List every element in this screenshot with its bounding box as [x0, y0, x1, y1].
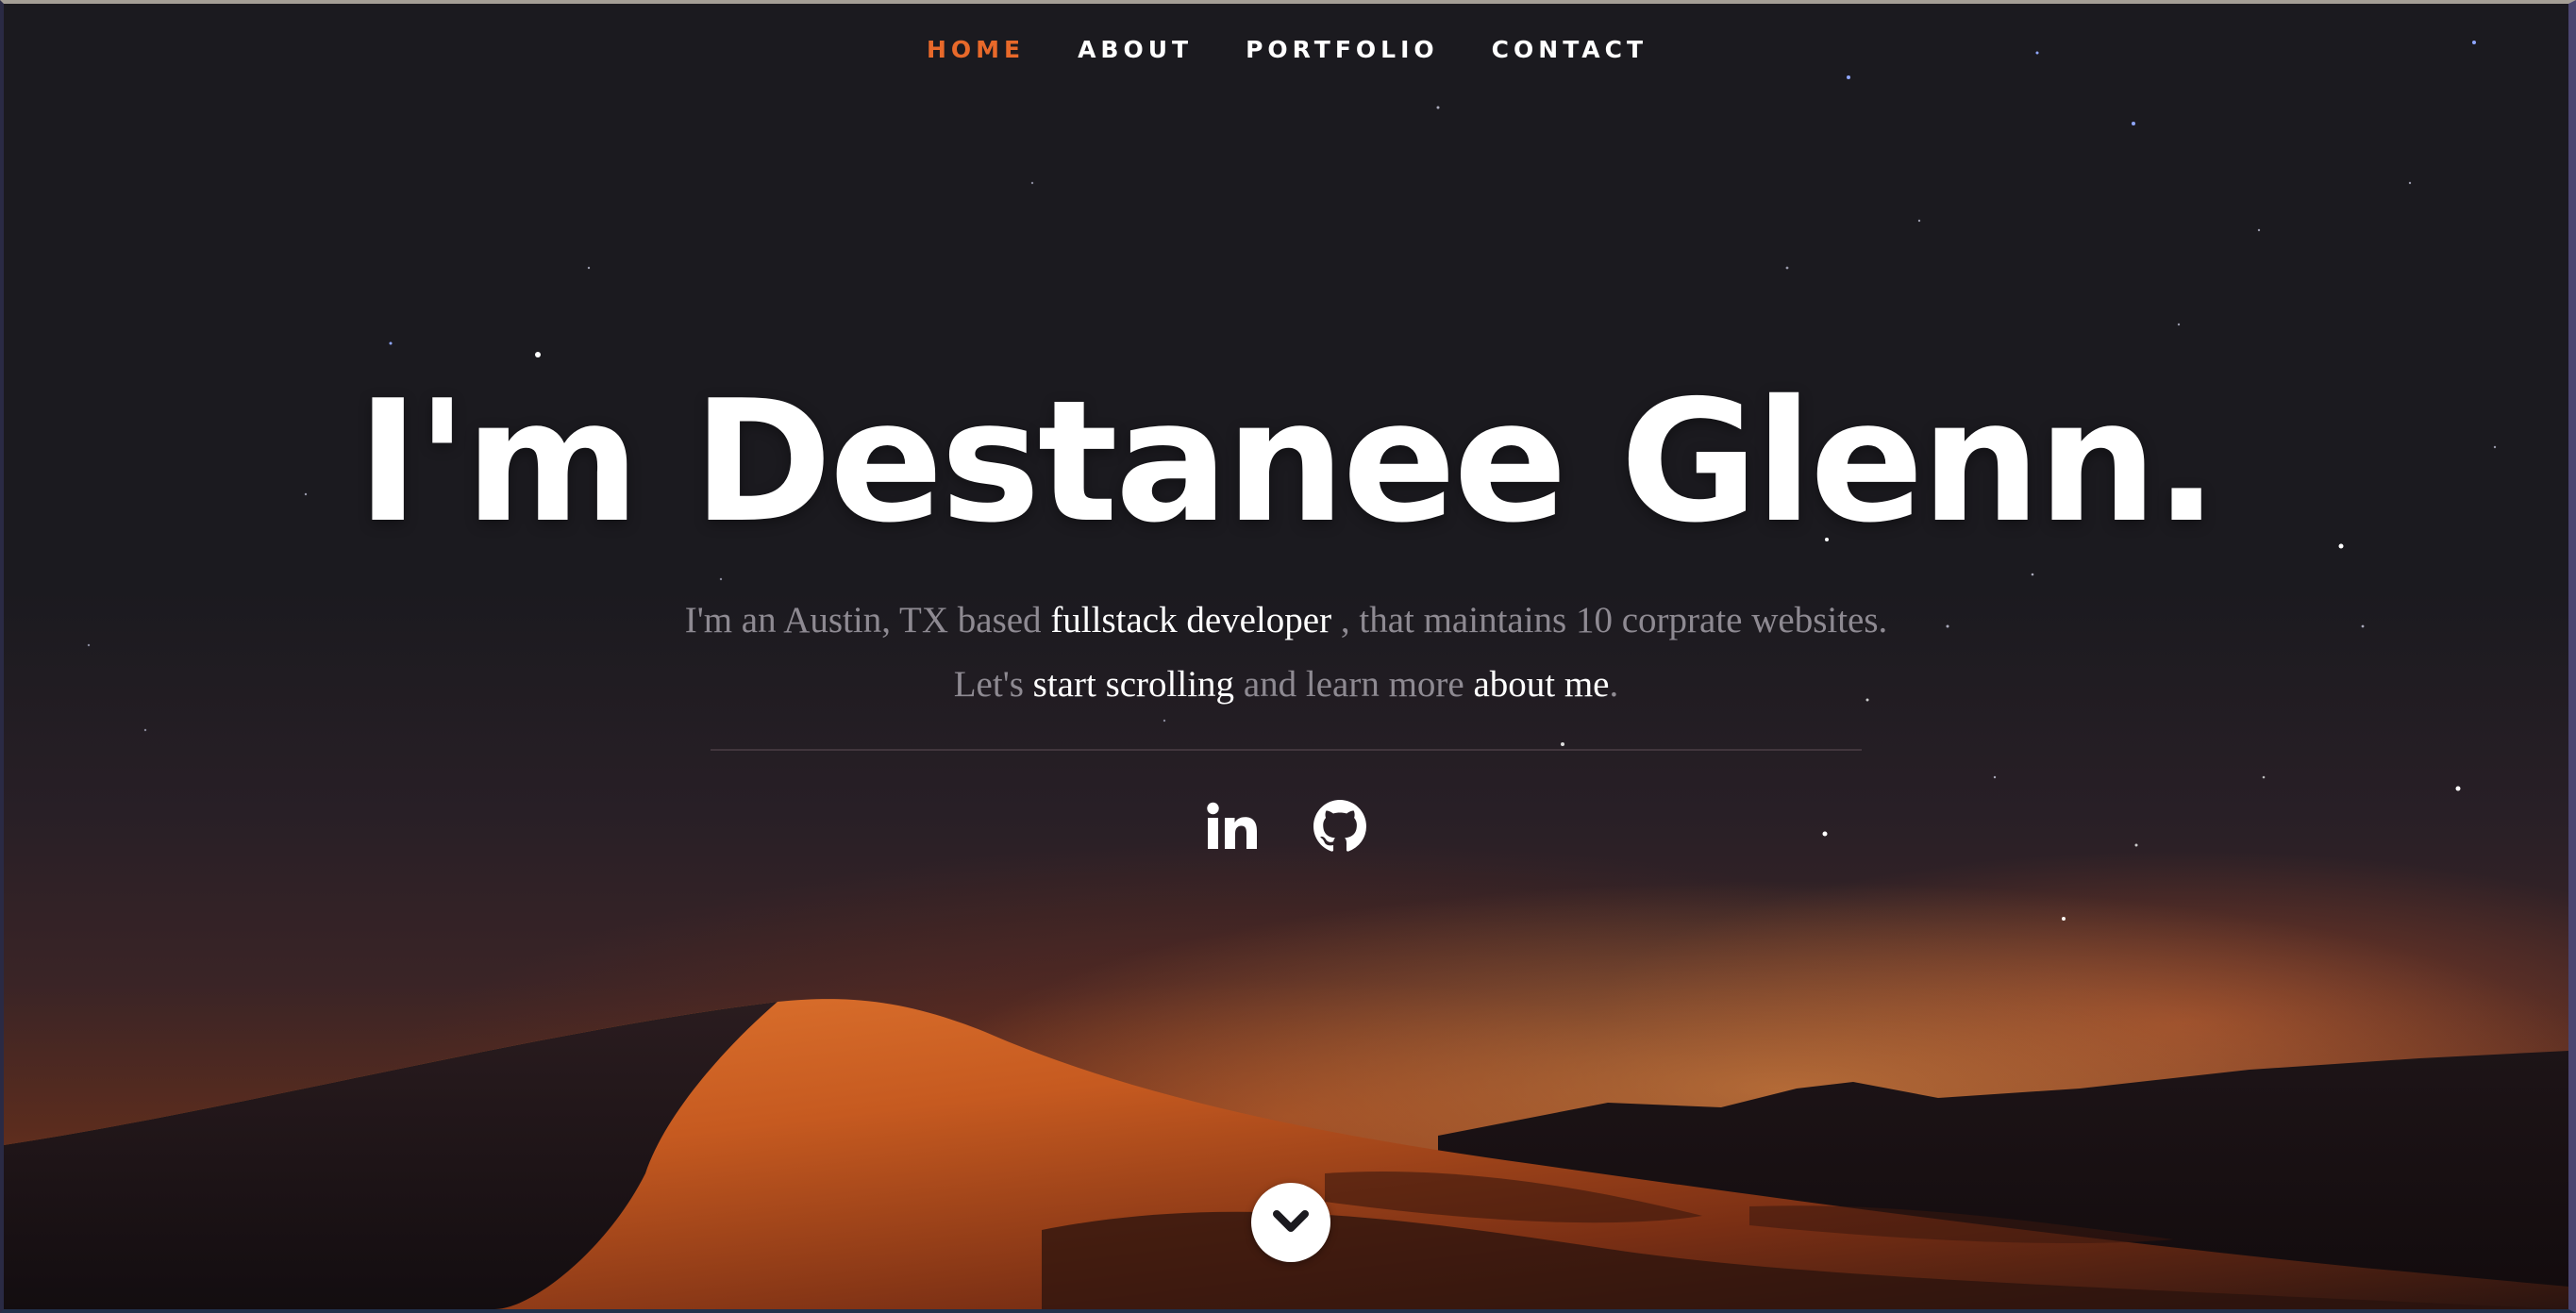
hero-divider [711, 749, 1862, 751]
desc-text-1: I'm an Austin, TX based [684, 600, 1051, 640]
hero-section: I'm Destanee Glenn. I'm an Austin, TX ba… [4, 362, 2568, 855]
hero-description: I'm an Austin, TX based fullstack develo… [663, 589, 1909, 717]
nav-about-link[interactable]: ABOUT [1076, 36, 1193, 63]
main-nav: HOME ABOUT PORTFOLIO CONTACT [4, 36, 2568, 63]
nav-portfolio-link[interactable]: PORTFOLIO [1244, 36, 1439, 63]
github-icon[interactable] [1312, 798, 1368, 855]
hero-title: I'm Destanee Glenn. [357, 364, 2218, 559]
desc-text-4: . [1609, 664, 1619, 705]
scroll-down-button[interactable] [1251, 1183, 1330, 1262]
social-links [4, 798, 2568, 855]
chevron-down-icon [1272, 1209, 1310, 1236]
page: HOME ABOUT PORTFOLIO CONTACT I'm Destane… [0, 0, 2576, 1313]
nav-contact-link[interactable]: CONTACT [1490, 36, 1648, 63]
start-scrolling-link[interactable]: start scrolling [1033, 664, 1234, 705]
nav-home-link[interactable]: HOME [925, 36, 1025, 63]
fullstack-developer-link[interactable]: fullstack developer [1050, 600, 1331, 640]
desc-text-3: and learn more [1234, 664, 1474, 705]
linkedin-icon[interactable] [1204, 798, 1261, 855]
about-me-link[interactable]: about me [1473, 664, 1609, 705]
